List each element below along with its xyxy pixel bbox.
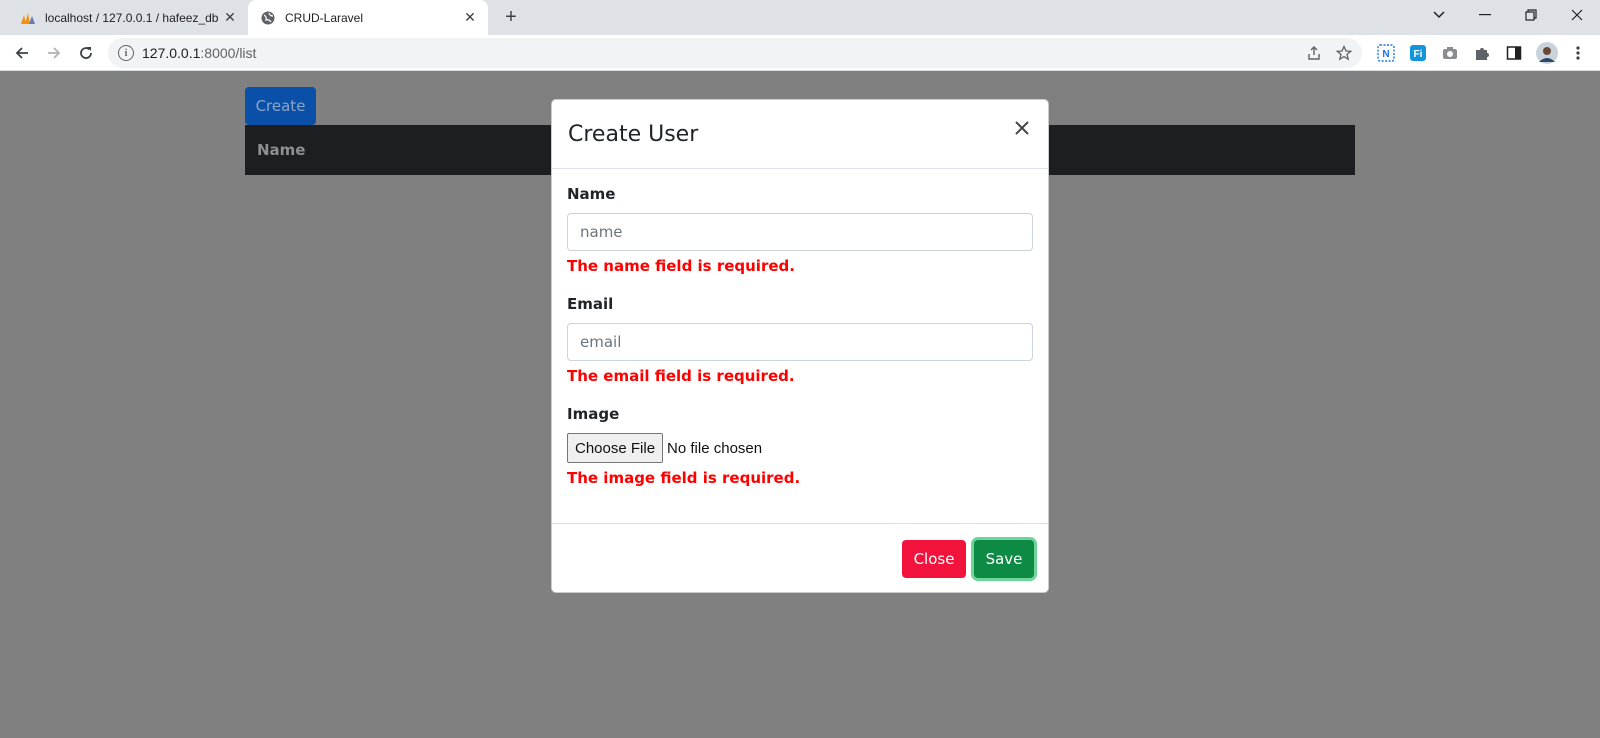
- share-icon[interactable]: [1306, 45, 1322, 64]
- browser-tab-phpmyadmin[interactable]: localhost / 127.0.0.1 / hafeez_db | ✕: [8, 0, 248, 35]
- profile-avatar[interactable]: [1536, 42, 1558, 64]
- image-file-input[interactable]: Choose File No file chosen: [567, 433, 1033, 463]
- browser-toolbar: i 127.0.0.1:8000/list N Fi: [0, 35, 1600, 71]
- back-icon[interactable]: [8, 39, 36, 67]
- image-field-group: Image Choose File No file chosen The ima…: [567, 405, 1033, 487]
- browser-tab-crud[interactable]: CRUD-Laravel ✕: [248, 0, 488, 35]
- tab-title: CRUD-Laravel: [285, 10, 364, 25]
- create-button[interactable]: Create: [245, 87, 316, 125]
- email-label: Email: [567, 295, 614, 313]
- image-label: Image: [567, 405, 620, 423]
- forward-icon[interactable]: [40, 39, 68, 67]
- address-bar[interactable]: i 127.0.0.1:8000/list: [108, 38, 1362, 68]
- globe-icon: [260, 10, 276, 26]
- close-tab-icon[interactable]: ✕: [220, 9, 240, 26]
- camera-icon[interactable]: [1440, 43, 1460, 63]
- extension-n-icon[interactable]: N: [1376, 43, 1396, 63]
- name-input[interactable]: [567, 213, 1033, 251]
- save-button[interactable]: Save: [974, 540, 1034, 578]
- url-path: :8000/list: [200, 45, 257, 61]
- extension-fi-icon[interactable]: Fi: [1408, 43, 1428, 63]
- choose-file-button[interactable]: Choose File: [567, 433, 664, 463]
- tab-search-icon[interactable]: [1416, 0, 1462, 30]
- browser-tab-strip: localhost / 127.0.0.1 / hafeez_db | ✕ CR…: [0, 0, 1600, 35]
- email-input[interactable]: [567, 323, 1033, 361]
- close-tab-icon[interactable]: ✕: [460, 9, 480, 26]
- url-host: 127.0.0.1: [142, 45, 201, 61]
- menu-kebab-icon[interactable]: [1568, 43, 1588, 63]
- close-icon[interactable]: [1012, 118, 1032, 138]
- name-field-group: Name The name field is required.: [567, 185, 1033, 275]
- phpmyadmin-icon: [20, 10, 36, 26]
- restore-icon[interactable]: [1508, 0, 1554, 30]
- window-close-icon[interactable]: [1554, 0, 1600, 30]
- modal-body: Name The name field is required. Email T…: [552, 169, 1048, 523]
- side-panel-icon[interactable]: [1504, 43, 1524, 63]
- close-button[interactable]: Close: [902, 540, 966, 578]
- bookmark-star-icon[interactable]: [1335, 44, 1353, 64]
- modal-title: Create User: [568, 121, 699, 147]
- svg-text:Fi: Fi: [1414, 49, 1423, 60]
- modal-header: Create User: [552, 100, 1048, 169]
- name-error: The name field is required.: [567, 257, 795, 275]
- svg-text:N: N: [1382, 49, 1389, 60]
- minimize-icon[interactable]: [1462, 0, 1508, 30]
- modal-footer: Close Save: [552, 523, 1048, 593]
- email-field-group: Email The email field is required.: [567, 295, 1033, 385]
- name-label: Name: [567, 185, 616, 203]
- email-error: The email field is required.: [567, 367, 795, 385]
- site-info-icon[interactable]: i: [118, 45, 134, 61]
- new-tab-icon[interactable]: +: [498, 5, 524, 31]
- create-user-modal: Create User Name The name field is requi…: [551, 99, 1049, 593]
- image-error: The image field is required.: [567, 469, 801, 487]
- tab-title: localhost / 127.0.0.1 / hafeez_db |: [45, 10, 220, 25]
- file-status: No file chosen: [667, 439, 763, 457]
- extensions-puzzle-icon[interactable]: [1472, 43, 1492, 63]
- column-header-name: Name: [257, 141, 306, 159]
- reload-icon[interactable]: [72, 39, 100, 67]
